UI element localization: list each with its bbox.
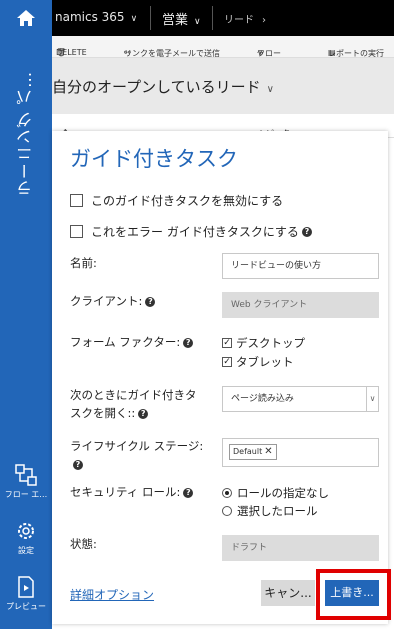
chevron-down-icon: ∨ [257, 48, 263, 57]
client-label: クライアント:? [70, 292, 156, 310]
cancel-button[interactable]: キャン... [261, 580, 315, 606]
name-input[interactable]: リードビューの使い方 [222, 253, 379, 279]
status-label: 状態: [70, 537, 97, 551]
flow-editor-label: フロー エ… [4, 490, 48, 499]
divider [150, 6, 151, 30]
settings-label: 設定 [18, 546, 34, 555]
preview-label: プレビュー [6, 602, 46, 611]
document-play-icon [18, 576, 34, 598]
disable-task-checkbox[interactable] [70, 194, 83, 207]
chevron-down-icon: ∨ [130, 14, 138, 24]
dialog-title: ガイド付きタスク [70, 147, 238, 171]
help-icon[interactable]: ? [138, 408, 149, 419]
settings-button[interactable]: 設定 [0, 520, 52, 556]
error-task-checkbox-row[interactable]: これをエラー ガイド付きタスクにする ? [70, 223, 312, 240]
name-label: 名前: [70, 256, 97, 270]
status-field: ドラフト [222, 535, 379, 561]
desktop-checkbox-row[interactable]: ✓ デスクトップ [222, 335, 305, 351]
help-icon[interactable]: ? [183, 337, 194, 348]
gear-icon [18, 523, 34, 539]
lifecycle-label: ライフサイクル ステージ:? [70, 439, 204, 470]
form-factor-label: フォーム ファクター:? [70, 333, 194, 351]
open-trigger-label: 次のときにガイド付きタ スクを開く::? [70, 388, 197, 420]
disable-task-checkbox-row[interactable]: このガイド付きタスクを無効にする [70, 192, 283, 209]
sidebar-title: ラーニング パ… [16, 70, 35, 196]
advanced-options-link[interactable]: 詳細オプション [70, 586, 154, 603]
open-trigger-select[interactable]: ページ読み込み ∨ [222, 386, 379, 412]
highlight-box [316, 569, 391, 620]
preview-button[interactable]: プレビュー [0, 576, 52, 612]
tablet-checkbox-row[interactable]: ✓ タブレット [222, 354, 294, 370]
chevron-down-icon: ∨ [266, 84, 274, 95]
lifecycle-field[interactable]: Default ✕ [222, 438, 379, 467]
help-icon[interactable]: ? [301, 226, 312, 237]
role-none-radio[interactable] [222, 488, 232, 498]
error-task-checkbox[interactable] [70, 225, 83, 238]
help-icon[interactable]: ? [73, 459, 83, 470]
role-selected-label: 選択したロール [237, 504, 318, 518]
desktop-checkbox[interactable]: ✓ [222, 338, 232, 348]
app-name[interactable]: namics 365 ∨ [55, 10, 137, 24]
tablet-label: タブレット [236, 355, 294, 369]
disable-task-label: このガイド付きタスクを無効にする [91, 194, 284, 208]
client-field: Web クライアント [222, 292, 379, 318]
view-selector[interactable]: 自分のオープンしているリード ∨ [52, 76, 274, 97]
security-role-label: セキュリティ ロール:? [70, 483, 194, 501]
role-none-label: ロールの指定なし [237, 486, 329, 500]
entity-menu[interactable]: リード › [224, 11, 266, 26]
help-icon[interactable]: ? [145, 296, 156, 307]
learning-path-sidebar: ラーニング パ… フロー エ… 設定 プレビュー [0, 36, 52, 629]
flow-editor-button[interactable]: フロー エ… [0, 464, 52, 500]
chevron-down-icon: ∨ [366, 387, 378, 411]
home-icon[interactable] [0, 0, 52, 36]
role-selected-radio-row[interactable]: 選択したロール [222, 503, 318, 519]
flow-icon [15, 464, 37, 486]
close-icon[interactable]: ✕ [264, 446, 272, 457]
role-selected-radio[interactable] [222, 506, 232, 516]
lifecycle-tag: Default ✕ [229, 444, 277, 460]
role-none-radio-row[interactable]: ロールの指定なし [222, 485, 329, 501]
help-icon[interactable]: ? [183, 487, 194, 498]
divider [212, 6, 213, 30]
tablet-checkbox[interactable]: ✓ [222, 357, 232, 367]
desktop-label: デスクトップ [236, 336, 305, 350]
area-menu[interactable]: 営業 ∨ [162, 9, 201, 28]
command-bar: 🗑 DELETE ⚯ リンクを電子メールで送信 ⤳ フロー ∨ ▤ レポートの実… [52, 36, 394, 58]
top-navigation-bar: namics 365 ∨ 営業 ∨ リード › [0, 0, 394, 36]
chevron-down-icon: ∨ [194, 17, 201, 27]
error-task-label: これをエラー ガイド付きタスクにする [91, 225, 299, 239]
view-header: 自分のオープンしているリード ∨ [52, 58, 394, 114]
guided-task-dialog: ガイド付きタスク このガイド付きタスクを無効にする これをエラー ガイド付きタス… [52, 131, 388, 624]
chevron-right-icon: › [262, 15, 266, 26]
